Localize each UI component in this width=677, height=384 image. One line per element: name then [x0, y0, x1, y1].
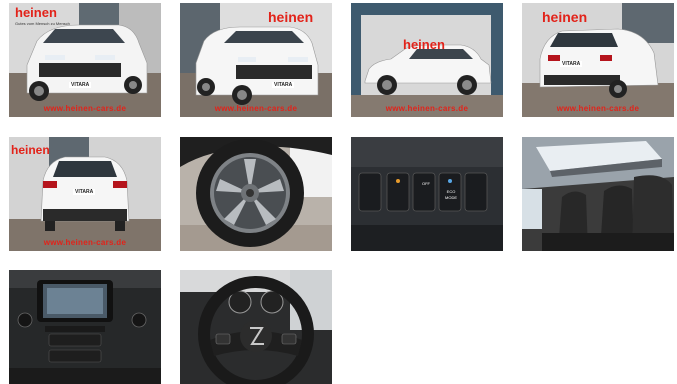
wheel-closeup-image: [180, 137, 332, 251]
watermark: www.heinen-cars.de: [43, 104, 127, 113]
console-buttons-image: [351, 137, 503, 251]
rear-model-badge: VITARA: [73, 189, 96, 195]
photo-console-buttons[interactable]: OFF ECO MODE: [351, 137, 503, 251]
dealer-tagline: Gutes vom Mensch zu Mensch: [15, 21, 70, 26]
interior-sunroof-image: [522, 137, 674, 251]
photo-interior-sunroof[interactable]: [522, 137, 674, 251]
rear-model-badge: VITARA: [560, 61, 583, 67]
car-side-image: [351, 3, 503, 117]
dealer-logo: heinen: [542, 9, 588, 25]
steering-wheel-image: [180, 270, 332, 384]
photo-wheel[interactable]: [180, 137, 332, 251]
console-mode-label: MODE: [445, 195, 457, 200]
plate-badge: VITARA: [69, 82, 92, 88]
photo-steering-wheel[interactable]: [180, 270, 332, 384]
dashboard-center-image: [9, 270, 161, 384]
dealer-logo: heinen: [268, 9, 314, 25]
watermark: www.heinen-cars.de: [43, 238, 127, 247]
photo-rear[interactable]: heinen VITARA www.heinen-cars.de: [9, 137, 161, 251]
plate-badge: VITARA: [272, 82, 295, 88]
console-eco-label: ECO: [446, 189, 456, 194]
console-off-label: OFF: [422, 181, 430, 186]
dealer-logo: heinen: [15, 5, 57, 20]
dealer-logo: heinen: [403, 37, 445, 52]
watermark: www.heinen-cars.de: [556, 104, 640, 113]
watermark: www.heinen-cars.de: [385, 104, 469, 113]
photo-front-right[interactable]: heinen VITARA www.heinen-cars.de: [180, 3, 332, 117]
watermark: www.heinen-cars.de: [214, 104, 298, 113]
photo-side[interactable]: heinen www.heinen-cars.de: [351, 3, 503, 117]
dealer-logo: heinen: [11, 143, 50, 157]
photo-front-left[interactable]: heinen Gutes vom Mensch zu Mensch VITARA…: [9, 3, 161, 117]
photo-rear-right[interactable]: heinen VITARA www.heinen-cars.de: [522, 3, 674, 117]
photo-dashboard-center[interactable]: [9, 270, 161, 384]
